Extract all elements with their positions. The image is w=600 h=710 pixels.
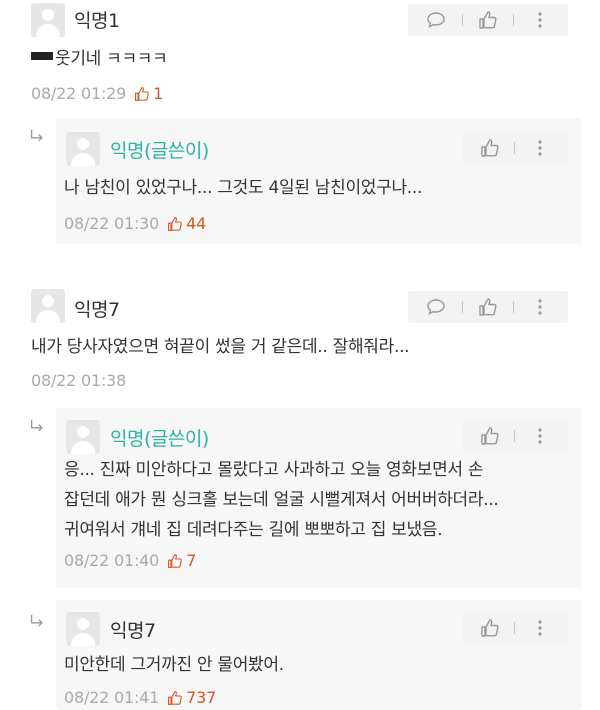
reply-item: 익명(글쓴이) 나 남친이 있었구나... 그것도 4일된 남친이었구나... … <box>56 118 582 244</box>
reply-arrow-icon <box>28 417 46 440</box>
thumbs-up-icon <box>167 690 183 706</box>
thumbs-up-icon[interactable] <box>477 9 499 31</box>
reply-arrow-icon <box>28 612 46 635</box>
speech-bubble-icon[interactable] <box>425 9 447 31</box>
avatar <box>66 132 100 166</box>
comment-actions <box>462 132 568 164</box>
comment-author: 익명1 <box>74 10 120 32</box>
comment-text: 나 남친이 있었구나... 그것도 4일된 남친이었구나... <box>64 178 423 198</box>
redaction-mark <box>31 52 53 60</box>
avatar <box>31 3 65 37</box>
comment-text-line: 잡던데 애가 뭔 싱크홀 보는데 얼굴 시뻘게져서 어버버하더라... <box>64 490 499 510</box>
more-vertical-icon[interactable] <box>529 617 551 639</box>
thumbs-up-icon <box>167 553 183 569</box>
comment-text: 미안한데 그거까진 안 물어봤어. <box>64 655 284 675</box>
comment-text: 내가 당사자였으면 혀끝이 썼을 거 같은데.. 잘해줘라... <box>31 337 410 357</box>
avatar <box>31 289 65 323</box>
thumbs-up-icon <box>167 216 183 232</box>
thumbs-up-icon[interactable] <box>479 425 501 447</box>
comment-actions <box>462 612 568 644</box>
reply-arrow-icon <box>28 127 46 150</box>
comment-date: 08/22 01:40 <box>64 551 160 570</box>
avatar <box>66 612 100 646</box>
comment-date: 08/22 01:38 <box>31 371 127 390</box>
like-count: 737 <box>167 688 216 707</box>
thumbs-up-icon[interactable] <box>477 296 499 318</box>
more-vertical-icon[interactable] <box>529 137 551 159</box>
more-vertical-icon[interactable] <box>529 425 551 447</box>
comment-meta: 08/22 01:40 7 <box>64 551 196 570</box>
comment-author: 익명(글쓴이) <box>110 140 209 162</box>
comment-meta: 08/22 01:41 737 <box>64 688 216 707</box>
reply-item: 익명7 미안한데 그거까진 안 물어봤어. 08/22 01:41 737 <box>56 600 582 710</box>
comment-date: 08/22 01:30 <box>64 214 160 233</box>
comment-author: 익명7 <box>110 620 156 642</box>
like-count: 44 <box>167 214 206 233</box>
reply-item: 익명(글쓴이) 응... 진짜 미안하다고 몰랐다고 사과하고 오늘 영화보면서… <box>56 408 582 588</box>
comment-actions <box>408 4 568 36</box>
comment-author: 익명(글쓴이) <box>110 428 209 450</box>
comment-date: 08/22 01:29 <box>31 84 127 103</box>
thumbs-up-icon <box>134 86 150 102</box>
comment-meta: 08/22 01:30 44 <box>64 214 206 233</box>
comment-author: 익명7 <box>74 299 120 321</box>
more-vertical-icon[interactable] <box>529 296 551 318</box>
comment-date: 08/22 01:41 <box>64 688 160 707</box>
like-count: 1 <box>134 84 163 103</box>
comment-text-line: 귀여워서 걔네 집 데려다주는 길에 뽀뽀하고 집 보냈음. <box>64 520 443 540</box>
comment-meta: 08/22 01:29 1 <box>31 84 163 103</box>
comment-item: 익명1 웃기네 ㅋㅋㅋㅋ 08/22 01:29 1 <box>0 0 600 110</box>
more-vertical-icon[interactable] <box>529 9 551 31</box>
comment-actions <box>462 420 568 452</box>
avatar <box>66 420 100 454</box>
speech-bubble-icon[interactable] <box>425 296 447 318</box>
comment-meta: 08/22 01:38 <box>31 371 126 390</box>
thumbs-up-icon[interactable] <box>479 137 501 159</box>
comment-actions <box>408 291 568 323</box>
comment-item: 익명7 내가 당사자였으면 혀끝이 썼을 거 같은데.. 잘해줘라... 08/… <box>0 285 600 395</box>
comment-text-line: 응... 진짜 미안하다고 몰랐다고 사과하고 오늘 영화보면서 손 <box>64 460 484 480</box>
like-count: 7 <box>167 551 196 570</box>
comment-text: 웃기네 ㅋㅋㅋㅋ <box>31 45 168 73</box>
thumbs-up-icon[interactable] <box>479 617 501 639</box>
